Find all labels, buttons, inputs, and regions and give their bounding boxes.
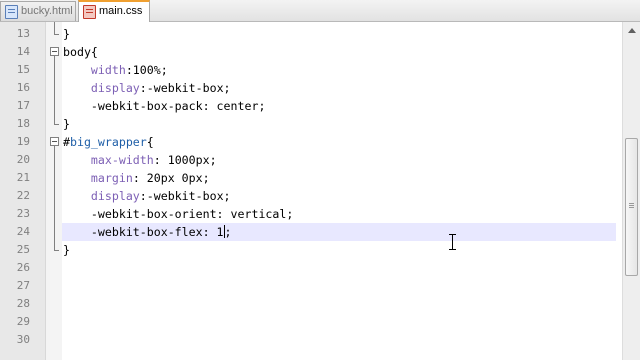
code-text: -webkit-box-pack: center; [63,97,266,115]
code-text: body{ [63,43,98,61]
code-token: -webkit-box-pack: center; [63,99,266,113]
code-token: -webkit-box-orient: vertical; [63,207,294,221]
fold-line [54,146,55,250]
line-number: 21 [16,171,30,184]
code-text: -webkit-box-orient: vertical; [63,205,293,223]
arrow-up-icon[interactable] [628,28,636,33]
line-number: 23 [16,207,30,220]
line-number: 22 [16,189,30,202]
code-line[interactable]: 26 [0,259,622,277]
code-token: :100%; [125,63,168,77]
line-number: 28 [16,297,30,310]
code-line[interactable]: 15 width:100%; [0,61,622,79]
code-text: display:-webkit-box; [63,79,231,97]
fold-line [54,22,55,34]
code-token: :-webkit-box; [139,81,231,95]
fold-toggle-icon[interactable] [50,137,59,146]
code-line[interactable]: 16 display:-webkit-box; [0,79,622,97]
line-number: 30 [16,333,30,346]
file-icon [5,5,18,19]
fold-end [54,250,59,251]
code-text: } [63,25,70,43]
code-line[interactable]: 28 [0,295,622,313]
line-number: 15 [16,63,30,76]
code-token: max-width [90,153,154,167]
code-text: margin: 20px 0px; [63,169,210,187]
code-token: :-webkit-box; [139,189,231,203]
tab-main-css[interactable]: main.css [78,0,150,22]
code-token: } [63,243,70,257]
fold-end [54,34,59,35]
line-number: 16 [16,81,30,94]
code-token: : 1000px; [153,153,217,167]
tab-label: main.css [99,5,143,17]
code-token: { [90,45,98,59]
code-token: width [90,63,126,77]
code-line[interactable]: 29 [0,313,622,331]
tab-label: bucky.html [21,5,73,17]
grip-icon [629,203,634,204]
code-text: #big_wrapper{ [63,133,154,151]
code-token: { [146,135,154,149]
code-text: } [63,115,70,133]
line-number: 24 [16,225,30,238]
code-token: big_wrapper [69,135,147,149]
fold-end [54,124,59,125]
code-line[interactable]: 20 max-width: 1000px; [0,151,622,169]
code-line[interactable]: 22 display:-webkit-box; [0,187,622,205]
line-number: 27 [16,279,30,292]
tab-bar: bucky.html main.css [0,0,640,22]
line-number: 25 [16,243,30,256]
line-number: 20 [16,153,30,166]
line-number: 19 [16,135,30,148]
code-line[interactable]: 19 #big_wrapper{ [0,133,622,151]
code-token: : 20px 0px; [132,171,210,185]
code-text: width:100%; [63,61,168,79]
code-line[interactable]: 24 -webkit-box-flex: 1; [0,223,622,241]
code-line[interactable]: 30 [0,331,622,349]
code-line[interactable]: 21 margin: 20px 0px; [0,169,622,187]
code-token: display [90,81,140,95]
line-number: 26 [16,261,30,274]
code-line[interactable]: 25} [0,241,622,259]
code-token: margin [90,171,133,185]
code-line[interactable]: 17 -webkit-box-pack: center; [0,97,622,115]
code-line[interactable]: 27 [0,277,622,295]
code-text: } [63,241,70,259]
code-token: display [90,189,140,203]
vertical-scrollbar[interactable] [622,22,640,360]
code-token: # [63,135,70,149]
file-icon [83,5,96,19]
line-number: 17 [16,99,30,112]
code-line[interactable]: 18} [0,115,622,133]
code-text: display:-webkit-box; [63,187,231,205]
code-line[interactable]: 23 -webkit-box-orient: vertical; [0,205,622,223]
code-text: -webkit-box-flex: 1; [63,223,232,241]
line-number: 29 [16,315,30,328]
code-token: } [63,117,70,131]
code-token: body [63,45,91,59]
code-line[interactable]: 13} [0,25,622,43]
tab-bucky-html[interactable]: bucky.html [0,1,76,21]
code-token: ; [224,225,232,239]
text-cursor-icon [449,234,456,250]
line-number: 13 [16,27,30,40]
line-number: 18 [16,117,30,130]
scrollbar-thumb[interactable] [625,138,638,276]
fold-line [54,56,55,124]
code-token: -webkit-box-flex: 1 [63,225,224,239]
fold-toggle-icon[interactable] [50,47,59,56]
line-number: 14 [16,45,30,58]
code-token: } [63,27,70,41]
code-line[interactable]: 14 body{ [0,43,622,61]
code-text: max-width: 1000px; [63,151,217,169]
code-editor[interactable]: 13} 14 body{15 width:100%; 16 display:-webk… [0,22,622,360]
